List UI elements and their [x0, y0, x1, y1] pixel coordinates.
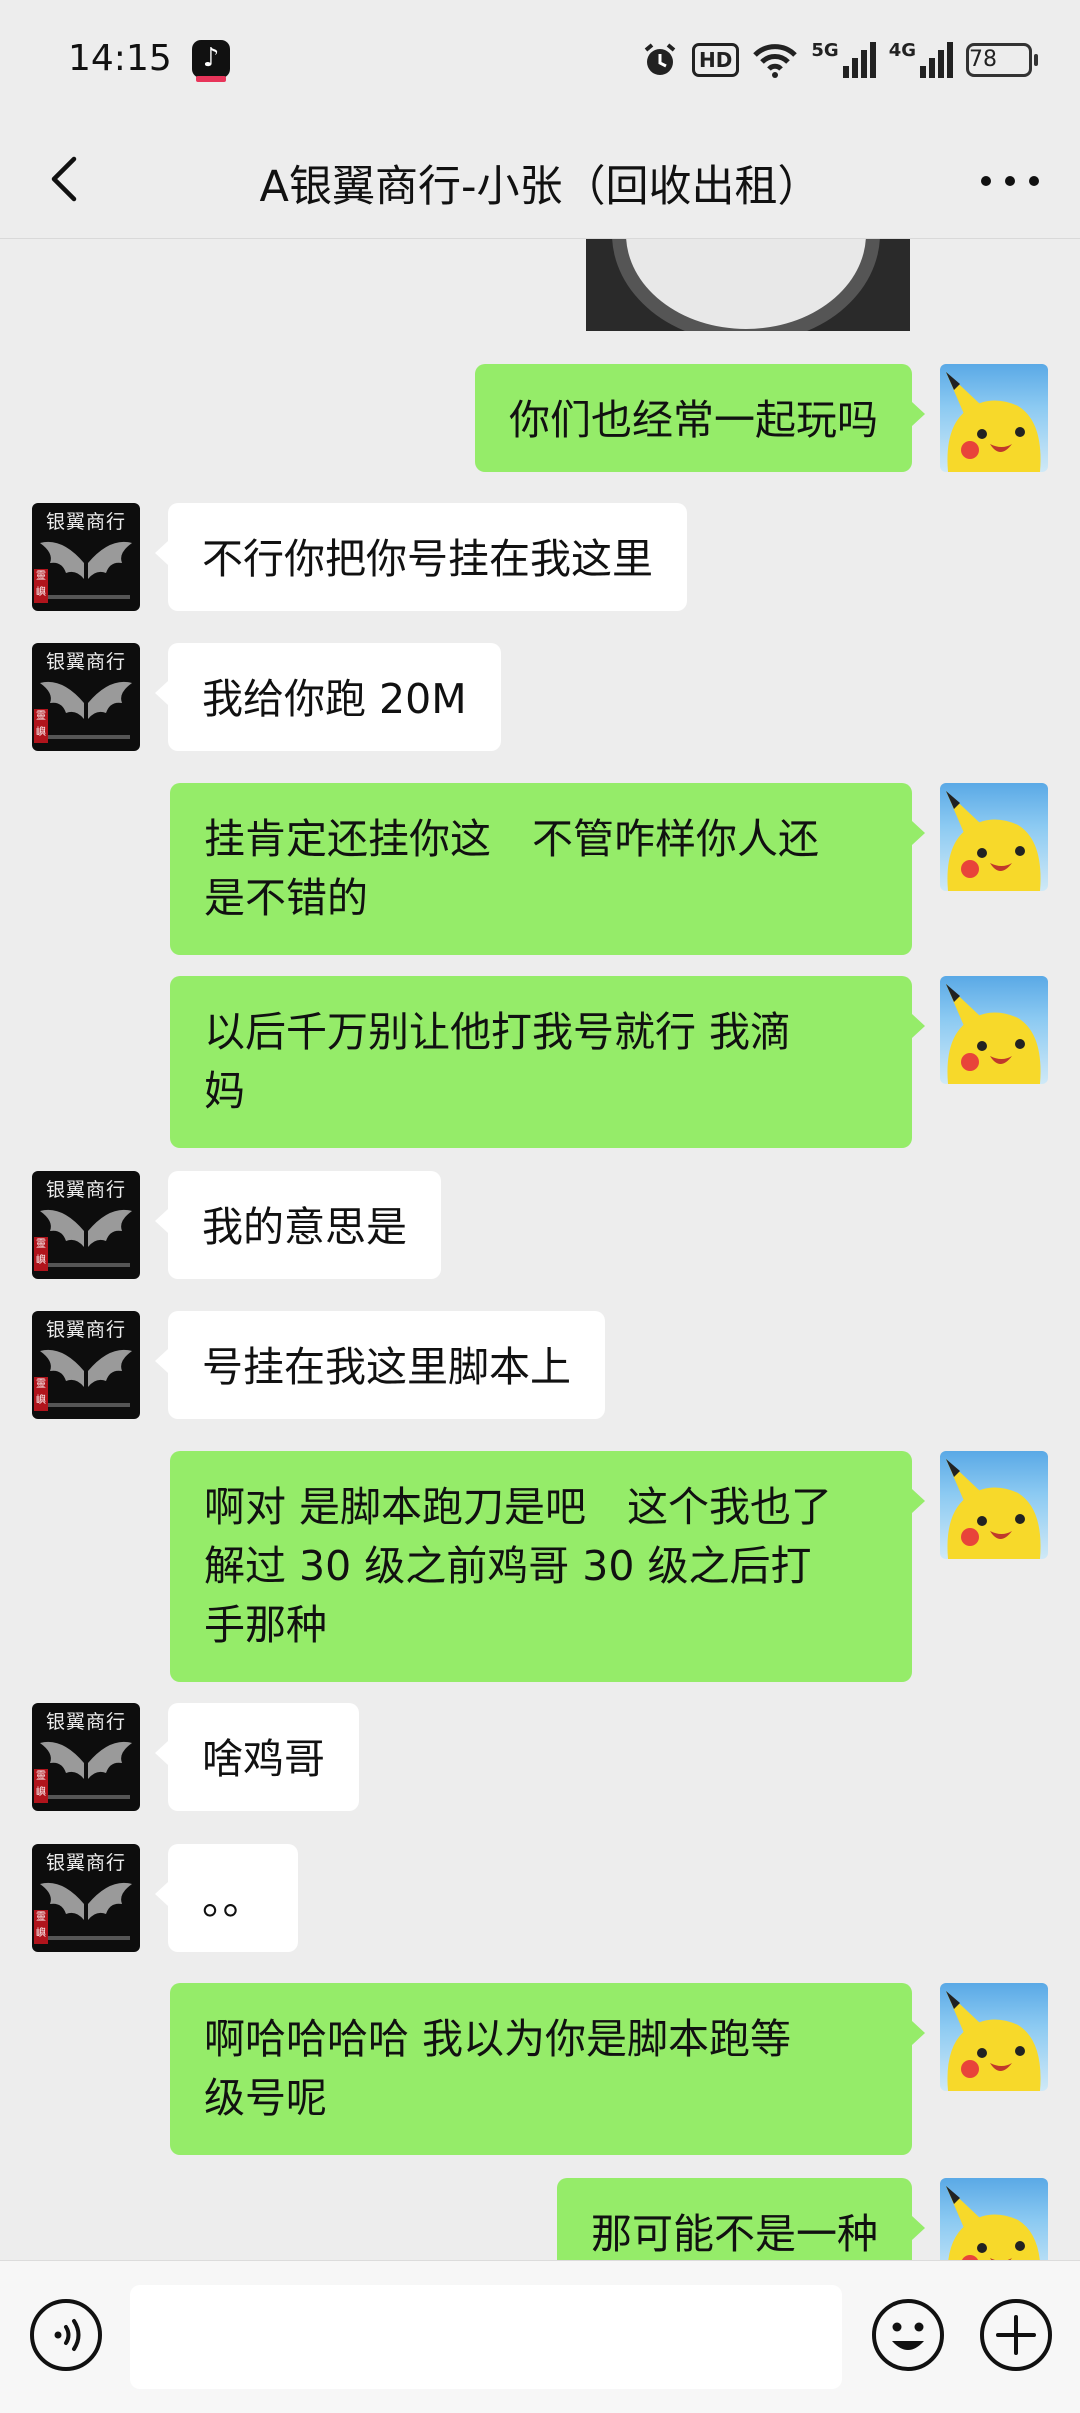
message-bubble-received[interactable]: 我的意思是 — [155, 1171, 441, 1279]
my-avatar[interactable] — [940, 364, 1048, 472]
message-text-line: 级号呢 — [204, 2074, 327, 2122]
my-avatar[interactable] — [940, 1451, 1048, 1559]
message-text: 你们也经常一起玩吗 — [509, 396, 878, 444]
message-text-line: 是不错的 — [204, 874, 368, 922]
message-list[interactable]: 你们也经常一起玩吗 银翼商行 靈嶼 不行你把你号挂在我这里 银翼商行 靈嶼 我给… — [0, 239, 1080, 2260]
my-avatar[interactable] — [940, 783, 1048, 891]
more-dots-icon — [981, 176, 1039, 186]
message-text: 不行你把你号挂在我这里 — [202, 535, 653, 583]
message-text-line: 挂肯定还挂你这 不管咋样你人还 — [204, 815, 819, 863]
pikachu-avatar-icon — [946, 1991, 1041, 2091]
signal-4g-icon — [920, 42, 954, 78]
pikachu-avatar-icon — [946, 372, 1041, 472]
message-text: 我给你跑 20M — [202, 675, 467, 723]
more-button[interactable] — [970, 156, 1050, 206]
contact-avatar[interactable]: 银翼商行 靈嶼 — [32, 1844, 140, 1952]
smiley-icon — [872, 2299, 944, 2371]
message-input[interactable] — [130, 2285, 842, 2389]
message-bubble-sent[interactable]: 啊哈哈哈哈 我以为你是脚本跑等 级号呢 — [170, 1983, 925, 2155]
avatar-seal: 靈嶼 — [34, 709, 48, 743]
avatar-seal: 靈嶼 — [34, 1910, 48, 1944]
message-bubble-sent[interactable]: 你们也经常一起玩吗 — [475, 364, 925, 472]
emoji-button[interactable] — [870, 2297, 946, 2373]
pikachu-avatar-icon — [946, 984, 1041, 1084]
message-text: 我的意思是 — [202, 1203, 407, 1251]
battery-indicator: 78 — [966, 43, 1038, 77]
my-avatar[interactable] — [940, 1983, 1048, 2091]
status-time: 14:15 — [68, 38, 172, 79]
voice-icon — [30, 2299, 102, 2371]
pikachu-avatar-icon — [946, 1459, 1041, 1559]
message-bubble-received[interactable]: 啥鸡哥 — [155, 1703, 359, 1811]
signal-5g-icon — [842, 42, 877, 78]
chat-header: A银翼商行-小张（回收出租） — [0, 124, 1080, 239]
contact-avatar[interactable]: 银翼商行 靈嶼 — [32, 1703, 140, 1811]
image-message[interactable] — [586, 239, 910, 331]
wings-icon — [40, 1349, 132, 1407]
wings-icon — [40, 1741, 132, 1799]
status-icons: HD 5G 4G 78 — [640, 34, 1038, 86]
hd-voice-badge: HD — [692, 43, 740, 77]
alarm-icon — [640, 40, 680, 80]
message-text-line: 以后千万别让他打我号就行 我滴 — [204, 1008, 792, 1056]
message-bubble-sent[interactable]: 那可能不是一种 — [557, 2178, 925, 2260]
wifi-icon — [751, 41, 799, 79]
message-bubble-received[interactable]: 我给你跑 20M — [155, 643, 501, 751]
tiktok-icon: ♪ — [192, 40, 230, 82]
message-bubble-received[interactable]: 。。 — [155, 1844, 298, 1952]
contact-avatar[interactable]: 银翼商行 靈嶼 — [32, 1311, 140, 1419]
network-4g-label: 4G — [888, 40, 916, 61]
message-bubble-received[interactable]: 号挂在我这里脚本上 — [155, 1311, 605, 1419]
back-button[interactable] — [40, 149, 100, 209]
network-5g-label: 5G — [811, 40, 839, 61]
input-bar — [0, 2260, 1080, 2413]
wings-icon — [40, 541, 132, 599]
message-bubble-sent[interactable]: 挂肯定还挂你这 不管咋样你人还 是不错的 — [170, 783, 925, 955]
contact-avatar[interactable]: 银翼商行 靈嶼 — [32, 1171, 140, 1279]
status-bar: 14:15 ♪ HD 5G 4G 78 — [0, 0, 1080, 124]
message-text: 那可能不是一种 — [591, 2210, 878, 2258]
wings-icon — [40, 1209, 132, 1267]
my-avatar[interactable] — [940, 2178, 1048, 2260]
more-functions-button[interactable] — [978, 2297, 1054, 2373]
message-bubble-sent[interactable]: 以后千万别让他打我号就行 我滴 妈 — [170, 976, 925, 1148]
chevron-left-icon — [51, 156, 77, 202]
message-bubble-received[interactable]: 不行你把你号挂在我这里 — [155, 503, 687, 611]
message-text-line: 解过 30 级之前鸡哥 30 级之后打 — [204, 1542, 812, 1590]
pikachu-avatar-icon — [946, 2186, 1040, 2260]
wings-icon — [40, 681, 132, 739]
message-text: 。。 — [202, 1876, 264, 1924]
my-avatar[interactable] — [940, 976, 1048, 1084]
voice-button[interactable] — [28, 2297, 104, 2373]
message-text: 啥鸡哥 — [202, 1735, 325, 1783]
avatar-seal: 靈嶼 — [34, 1237, 48, 1271]
pikachu-avatar-icon — [946, 791, 1041, 891]
message-text: 号挂在我这里脚本上 — [202, 1343, 571, 1391]
avatar-seal: 靈嶼 — [34, 1769, 48, 1803]
chat-title: A银翼商行-小张（回收出租） — [259, 162, 821, 212]
avatar-seal: 靈嶼 — [34, 569, 48, 603]
plus-circle-icon — [980, 2299, 1052, 2371]
message-text-line: 啊哈哈哈哈 我以为你是脚本跑等 — [204, 2015, 792, 2063]
wings-icon — [40, 1882, 132, 1940]
message-text-line: 啊对 是脚本跑刀是吧 这个我也了 — [204, 1483, 833, 1531]
avatar-seal: 靈嶼 — [34, 1377, 48, 1411]
contact-avatar[interactable]: 银翼商行 靈嶼 — [32, 503, 140, 611]
message-bubble-sent[interactable]: 啊对 是脚本跑刀是吧 这个我也了 解过 30 级之前鸡哥 30 级之后打 手那种 — [170, 1451, 925, 1682]
message-text-line: 手那种 — [204, 1601, 327, 1649]
message-text-line: 妈 — [204, 1067, 245, 1115]
contact-avatar[interactable]: 银翼商行 靈嶼 — [32, 643, 140, 751]
